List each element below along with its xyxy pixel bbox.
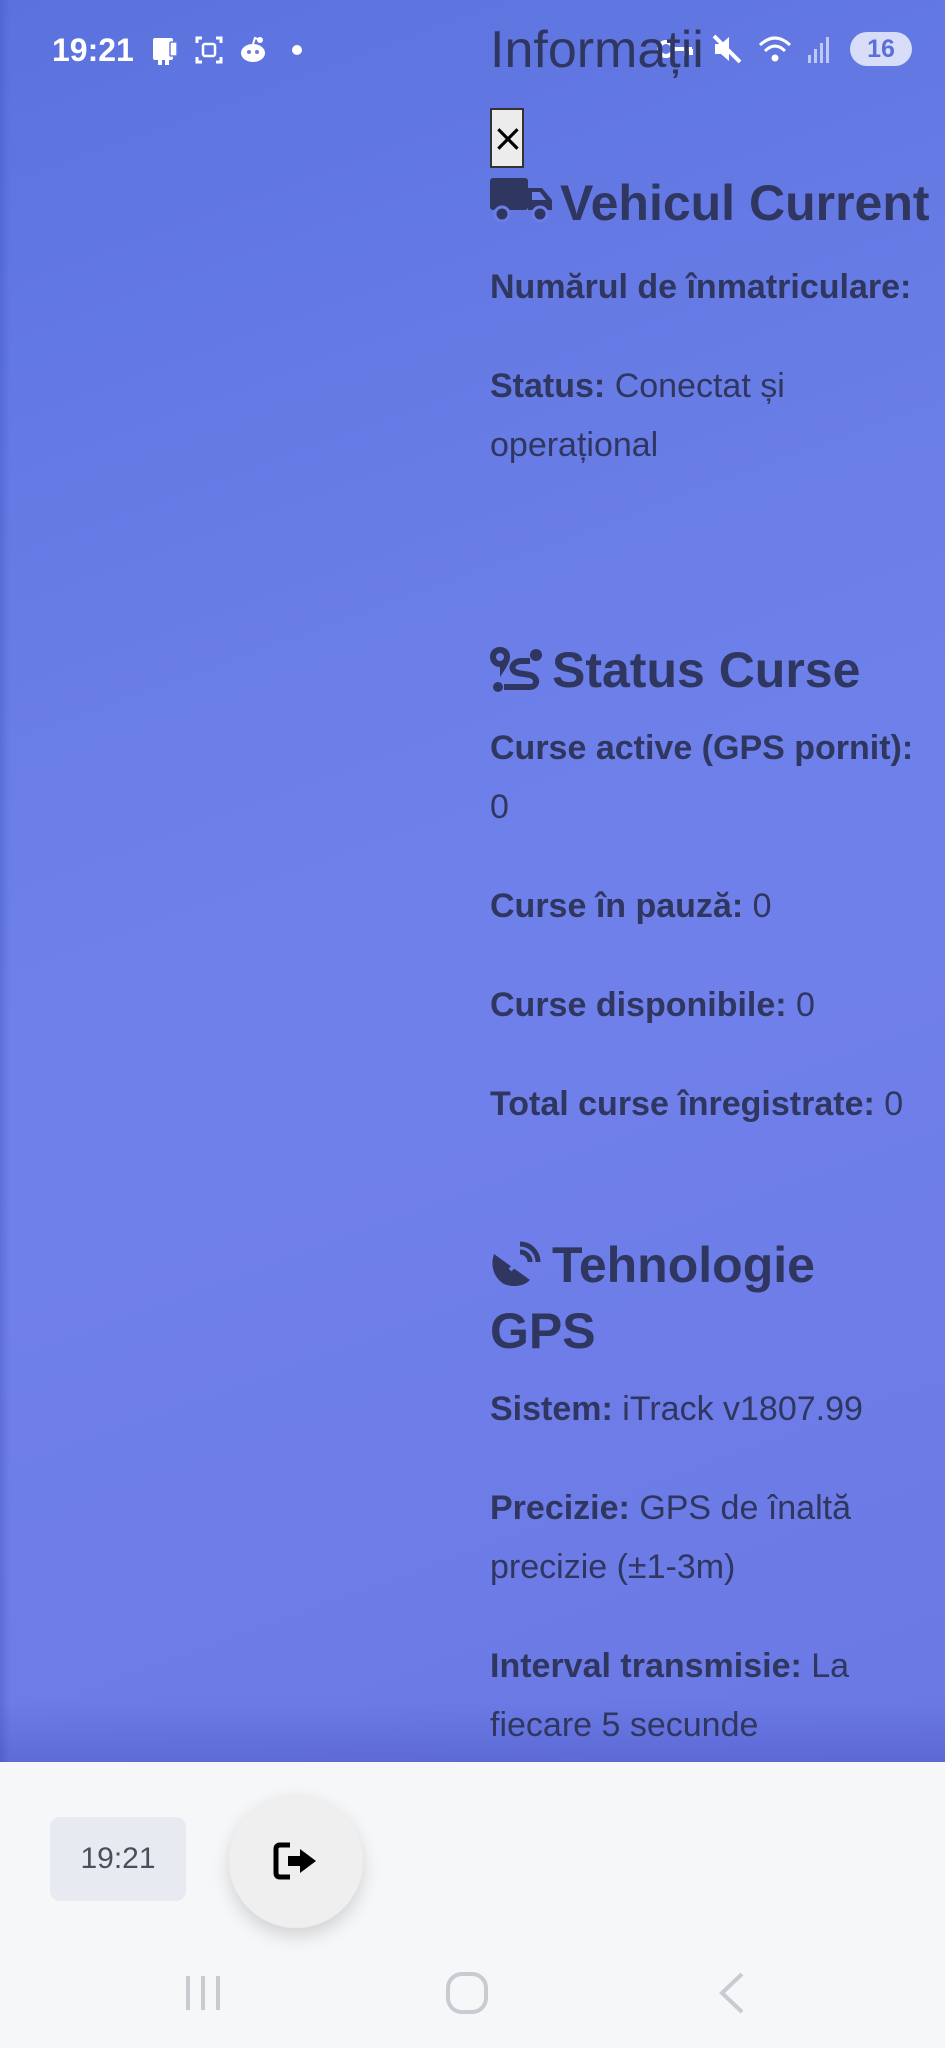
system-label: Sistem: <box>490 1390 613 1428</box>
total-courses-field: Total curse înregistrate: 0 <box>490 1075 930 1134</box>
vehicle-section: Vehicul Current Numărul de înmatriculare… <box>490 170 930 475</box>
status-field: Status: Conectat și operațional <box>490 357 930 475</box>
vehicle-heading: Vehicul Current <box>490 170 930 236</box>
battery-icon: 16 <box>850 32 912 66</box>
tablet-icon <box>153 38 178 65</box>
system-field: Sistem: iTrack v1807.99 <box>490 1380 930 1439</box>
status-icons-left <box>150 34 302 66</box>
gps-section: Tehnologie GPS Sistem: iTrack v1807.99 P… <box>490 1232 930 1755</box>
total-courses-label: Total curse înregistrate: <box>490 1085 875 1123</box>
route-icon <box>490 647 542 692</box>
satellite-dish-icon <box>492 1241 541 1287</box>
wifi-icon <box>758 36 792 62</box>
vehicle-heading-text: Vehicul Current <box>560 175 930 231</box>
back-icon[interactable] <box>712 1968 752 2016</box>
logout-button[interactable] <box>229 1794 363 1928</box>
available-courses-label: Curse disponibile: <box>490 986 787 1024</box>
available-courses-value: 0 <box>796 986 815 1024</box>
paused-courses-field: Curse în pauză: 0 <box>490 877 930 936</box>
logout-icon <box>273 1842 316 1880</box>
precision-label: Precizie: <box>490 1489 630 1527</box>
close-button[interactable]: × <box>490 108 524 168</box>
courses-heading-text: Status Curse <box>552 642 861 698</box>
plate-label: Numărul de înmatriculare: <box>490 268 912 306</box>
mute-icon <box>712 34 742 64</box>
system-value: iTrack v1807.99 <box>622 1390 863 1428</box>
notification-dot-icon <box>292 45 302 55</box>
time-chip: 19:21 <box>50 1817 186 1901</box>
courses-section: Status Curse Curse active (GPS pornit): … <box>490 637 930 1134</box>
courses-heading: Status Curse <box>490 637 930 703</box>
system-nav-bar <box>0 1952 945 2048</box>
gps-heading: Tehnologie GPS <box>490 1232 930 1364</box>
screenshot-icon <box>195 36 223 64</box>
background-edge-shade <box>0 0 10 1762</box>
status-time: 19:21 <box>52 32 134 68</box>
paused-courses-value: 0 <box>752 887 772 925</box>
available-courses-field: Curse disponibile: 0 <box>490 976 930 1035</box>
active-courses-value: 0 <box>490 788 509 826</box>
signal-icon <box>808 37 829 63</box>
home-icon[interactable] <box>444 1968 492 2016</box>
active-courses-label: Curse active (GPS pornit): <box>490 729 914 767</box>
plate-field: Numărul de înmatriculare: <box>490 258 930 317</box>
recent-apps-icon[interactable] <box>183 1968 223 2016</box>
total-courses-value: 0 <box>884 1085 904 1123</box>
reddit-icon <box>241 36 265 62</box>
paused-courses-label: Curse în pauză: <box>490 887 744 925</box>
precision-field: Precizie: GPS de înaltă precizie (±1-3m) <box>490 1479 930 1597</box>
battery-level: 16 <box>867 34 895 63</box>
interval-label: Interval transmisie: <box>490 1647 802 1685</box>
active-courses-field: Curse active (GPS pornit): 0 <box>490 719 930 837</box>
panel-title: Informații <box>490 21 704 79</box>
interval-field: Interval transmisie: La fiecare 5 secund… <box>490 1637 930 1755</box>
truck-icon <box>490 178 552 223</box>
bottom-bar: 19:21 <box>0 1762 945 2048</box>
status-bar: 19:21 16 <box>0 0 945 104</box>
status-label: Status: <box>490 367 606 405</box>
